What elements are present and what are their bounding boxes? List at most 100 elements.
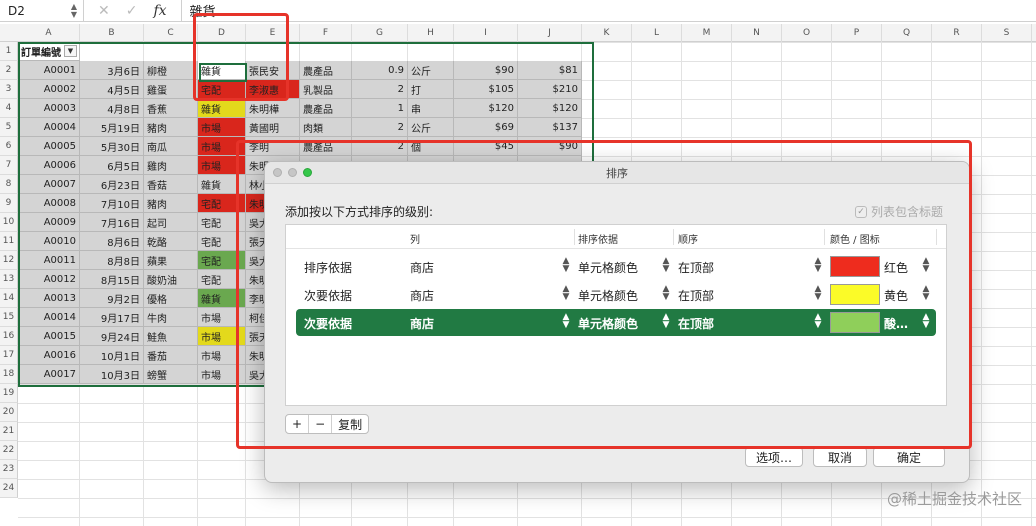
table-cell[interactable]: 朱明樺 xyxy=(246,99,300,118)
table-cell[interactable]: 2 xyxy=(352,80,408,99)
row-header-5[interactable]: 5 xyxy=(0,118,18,137)
ok-button[interactable]: 确定 xyxy=(873,447,945,467)
function-icon[interactable]: fx xyxy=(153,3,166,19)
table-cell[interactable]: 打 xyxy=(408,80,454,99)
table-cell[interactable]: 8月6日 xyxy=(80,232,144,251)
table-cell[interactable]: 7月16日 xyxy=(80,213,144,232)
row-header-9[interactable]: 9 xyxy=(0,194,18,213)
table-cell[interactable]: $137 xyxy=(518,118,582,137)
name-box[interactable]: D2 ▲ ▼ xyxy=(0,0,84,22)
name-box-stepper-icon[interactable]: ▲ ▼ xyxy=(71,2,77,19)
table-cell[interactable]: A0009 xyxy=(18,213,80,232)
table-cell[interactable]: 香菇 xyxy=(144,175,198,194)
table-cell[interactable]: A0015 xyxy=(18,327,80,346)
table-cell[interactable]: 鮭魚 xyxy=(144,327,198,346)
row-header-3[interactable]: 3 xyxy=(0,80,18,99)
table-cell[interactable]: 7月10日 xyxy=(80,194,144,213)
options-button[interactable]: 选项… xyxy=(745,447,803,467)
column-header-c[interactable]: C xyxy=(144,24,198,42)
column-header-q[interactable]: Q xyxy=(882,24,932,42)
table-cell[interactable]: $210 xyxy=(518,80,582,99)
table-cell[interactable]: A0014 xyxy=(18,308,80,327)
table-cell[interactable]: 雞肉 xyxy=(144,156,198,175)
table-cell[interactable]: 6月23日 xyxy=(80,175,144,194)
table-cell[interactable]: 起司 xyxy=(144,213,198,232)
table-cell[interactable]: 串 xyxy=(408,99,454,118)
row-header-17[interactable]: 17 xyxy=(0,346,18,365)
table-cell[interactable]: $69 xyxy=(454,118,518,137)
row-header-22[interactable]: 22 xyxy=(0,441,18,460)
row-header-20[interactable]: 20 xyxy=(0,403,18,422)
column-header-r[interactable]: R xyxy=(932,24,982,42)
column-header-n[interactable]: N xyxy=(732,24,782,42)
row-header-12[interactable]: 12 xyxy=(0,251,18,270)
table-cell[interactable]: 6月5日 xyxy=(80,156,144,175)
table-cell[interactable]: $120 xyxy=(454,99,518,118)
table-cell[interactable]: 螃蟹 xyxy=(144,365,198,384)
table-cell[interactable]: 雜貨 xyxy=(198,99,246,118)
table-cell[interactable]: 優格 xyxy=(144,289,198,308)
column-header-i[interactable]: I xyxy=(454,24,518,42)
row-header-4[interactable]: 4 xyxy=(0,99,18,118)
table-cell[interactable]: A0003 xyxy=(18,99,80,118)
table-cell[interactable]: $105 xyxy=(454,80,518,99)
table-header-cell[interactable]: 訂單編號 ▼ xyxy=(18,42,80,61)
row-header-1[interactable]: 1 xyxy=(0,42,18,61)
table-cell[interactable]: A0017 xyxy=(18,365,80,384)
row-header-18[interactable]: 18 xyxy=(0,365,18,384)
row-header-14[interactable]: 14 xyxy=(0,289,18,308)
column-header-a[interactable]: A xyxy=(18,24,80,42)
row-header-23[interactable]: 23 xyxy=(0,460,18,479)
column-header-p[interactable]: P xyxy=(832,24,882,42)
table-cell[interactable]: 2 xyxy=(352,118,408,137)
table-cell[interactable]: 市場 xyxy=(198,118,246,137)
row-header-10[interactable]: 10 xyxy=(0,213,18,232)
table-cell[interactable]: 蘋果 xyxy=(144,251,198,270)
table-cell[interactable]: 5月30日 xyxy=(80,137,144,156)
row-header-11[interactable]: 11 xyxy=(0,232,18,251)
table-cell[interactable]: $120 xyxy=(518,99,582,118)
table-cell[interactable]: 酸奶油 xyxy=(144,270,198,289)
table-cell[interactable]: A0012 xyxy=(18,270,80,289)
row-header-24[interactable]: 24 xyxy=(0,479,18,498)
table-cell[interactable]: A0007 xyxy=(18,175,80,194)
table-cell[interactable]: 香蕉 xyxy=(144,99,198,118)
column-header-k[interactable]: K xyxy=(582,24,632,42)
row-header-13[interactable]: 13 xyxy=(0,270,18,289)
column-header-h[interactable]: H xyxy=(408,24,454,42)
table-cell[interactable]: 柳橙 xyxy=(144,61,198,80)
table-cell[interactable]: 8月15日 xyxy=(80,270,144,289)
row-header-19[interactable]: 19 xyxy=(0,384,18,403)
table-cell[interactable]: 1 xyxy=(352,99,408,118)
table-cell[interactable]: 乾酪 xyxy=(144,232,198,251)
confirm-icon[interactable]: ✓ xyxy=(126,3,138,19)
table-cell[interactable]: 9月2日 xyxy=(80,289,144,308)
column-header-j[interactable]: J xyxy=(518,24,582,42)
table-cell[interactable]: 4月5日 xyxy=(80,80,144,99)
column-header-b[interactable]: B xyxy=(80,24,144,42)
table-cell[interactable]: A0006 xyxy=(18,156,80,175)
table-cell[interactable]: 南瓜 xyxy=(144,137,198,156)
table-cell[interactable]: A0001 xyxy=(18,61,80,80)
table-cell[interactable]: A0013 xyxy=(18,289,80,308)
row-header-8[interactable]: 8 xyxy=(0,175,18,194)
table-cell[interactable]: 公斤 xyxy=(408,118,454,137)
table-cell[interactable]: 9月17日 xyxy=(80,308,144,327)
table-cell[interactable]: 9月24日 xyxy=(80,327,144,346)
column-header-g[interactable]: G xyxy=(352,24,408,42)
filter-dropdown-icon[interactable]: ▼ xyxy=(64,45,77,57)
table-cell[interactable]: 10月1日 xyxy=(80,346,144,365)
table-cell[interactable]: 豬肉 xyxy=(144,194,198,213)
table-cell[interactable]: A0002 xyxy=(18,80,80,99)
column-header-l[interactable]: L xyxy=(632,24,682,42)
row-header-15[interactable]: 15 xyxy=(0,308,18,327)
row-header-6[interactable]: 6 xyxy=(0,137,18,156)
table-cell[interactable]: 黃國明 xyxy=(246,118,300,137)
table-cell[interactable]: 4月8日 xyxy=(80,99,144,118)
table-cell[interactable]: 3月6日 xyxy=(80,61,144,80)
table-cell[interactable]: 豬肉 xyxy=(144,118,198,137)
column-header-s[interactable]: S xyxy=(982,24,1032,42)
cancel-button[interactable]: 取消 xyxy=(813,447,867,467)
table-cell[interactable]: 番茄 xyxy=(144,346,198,365)
column-header-m[interactable]: M xyxy=(682,24,732,42)
